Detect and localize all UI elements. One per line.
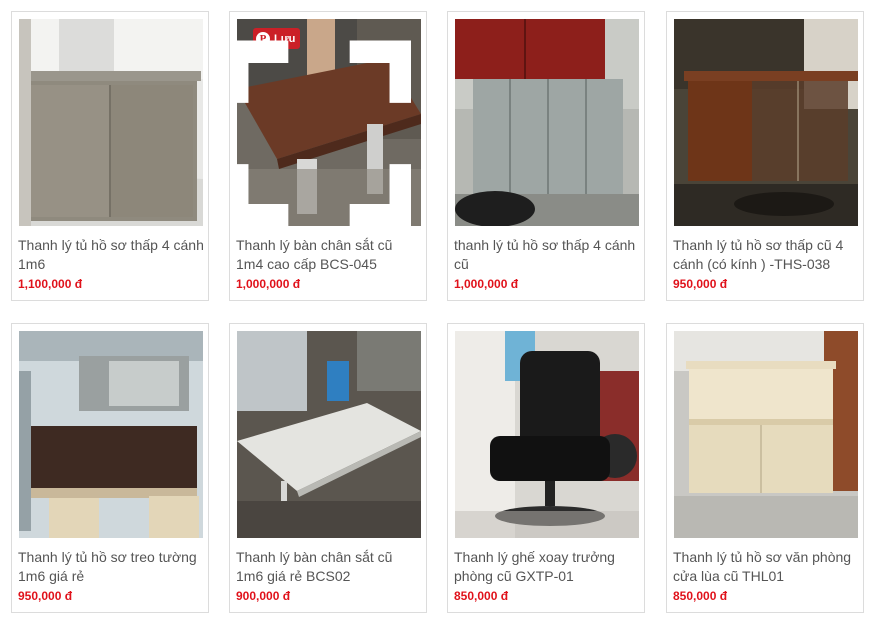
product-image[interactable]: P Lưu [237,19,421,226]
product-image[interactable] [19,19,203,226]
product-price: 1,100,000 đ [18,277,83,291]
product-price: 850,000 đ [673,589,728,603]
product-card[interactable]: Thanh lý tủ hồ sơ thấp 4 cánh 1m6 1,100,… [11,11,209,301]
product-title[interactable]: thanh lý tủ hồ sơ thấp 4 cánh cũ [454,236,640,274]
product-card[interactable]: Thanh lý tủ hồ sơ treo tường 1m6 giá rẻ … [11,323,209,613]
product-title[interactable]: Thanh lý tủ hồ sơ văn phòng cửa lùa cũ T… [673,548,859,586]
product-image[interactable] [455,19,639,226]
product-price: 900,000 đ [236,589,291,603]
product-price: 950,000 đ [673,277,728,291]
product-grid: Thanh lý tủ hồ sơ thấp 4 cánh 1m6 1,100,… [0,0,886,627]
product-card[interactable]: Thanh lý tủ hồ sơ văn phòng cửa lùa cũ T… [666,323,864,613]
product-title[interactable]: Thanh lý tủ hồ sơ thấp cũ 4 cánh (có kín… [673,236,859,274]
product-card[interactable]: thanh lý tủ hồ sơ thấp 4 cánh cũ 1,000,0… [447,11,645,301]
product-title[interactable]: Thanh lý tủ hồ sơ treo tường 1m6 giá rẻ [18,548,204,586]
product-card[interactable]: Thanh lý ghế xoay trưởng phòng cũ GXTP-0… [447,323,645,613]
product-card[interactable]: Thanh lý bàn chân sắt cũ 1m6 giá rẻ BCS0… [229,323,427,613]
product-card[interactable]: Thanh lý tủ hồ sơ thấp cũ 4 cánh (có kín… [666,11,864,301]
product-image[interactable] [455,331,639,538]
product-title[interactable]: Thanh lý tủ hồ sơ thấp 4 cánh 1m6 [18,236,204,274]
product-title[interactable]: Thanh lý bàn chân sắt cũ 1m4 cao cấp BCS… [236,236,422,274]
expand-icon[interactable] [237,30,411,226]
product-title[interactable]: Thanh lý ghế xoay trưởng phòng cũ GXTP-0… [454,548,640,586]
product-price: 950,000 đ [18,589,73,603]
product-image[interactable] [674,331,858,538]
product-price: 1,000,000 đ [236,277,301,291]
product-image[interactable] [674,19,858,226]
product-image[interactable] [19,331,203,538]
product-title[interactable]: Thanh lý bàn chân sắt cũ 1m6 giá rẻ BCS0… [236,548,422,586]
product-image[interactable] [237,331,421,538]
product-card[interactable]: P Lưu Thanh lý bàn chân sắt cũ 1m4 cao c… [229,11,427,301]
product-price: 850,000 đ [454,589,509,603]
product-price: 1,000,000 đ [454,277,519,291]
